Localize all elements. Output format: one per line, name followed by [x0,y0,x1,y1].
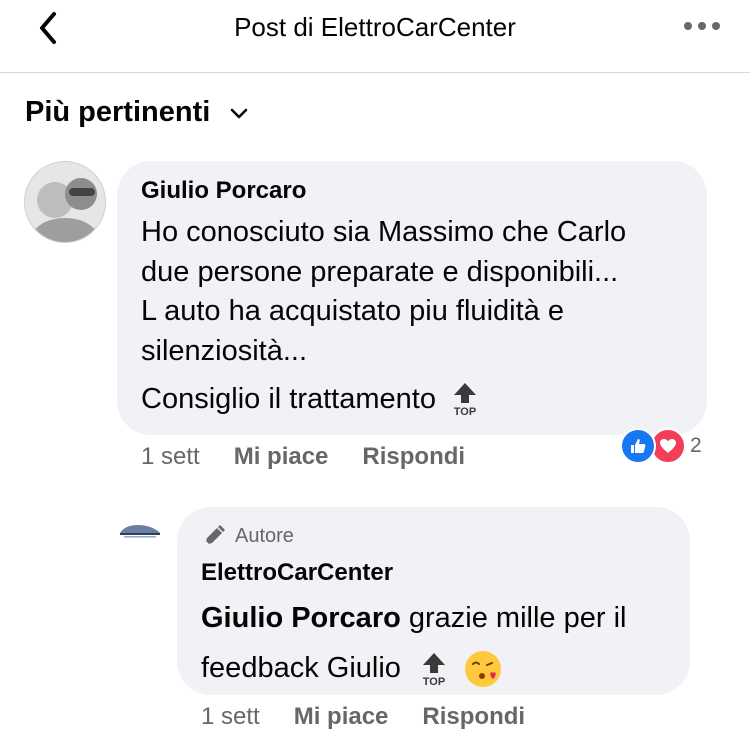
like-reaction-icon [620,428,656,464]
comment-author[interactable]: Giulio Porcaro [141,177,306,205]
reply-author[interactable]: ElettroCarCenter [201,559,393,587]
reply-text-part: feedback Giulio [201,652,401,684]
reply-button[interactable]: Rispondi [362,443,465,471]
reply-timestamp[interactable]: 1 sett [201,703,260,731]
like-button[interactable]: Mi piace [294,703,389,731]
comment-recommend-line: Consiglio il trattamento TOP [141,381,480,418]
reply-actions: 1 sett Mi piace Rispondi [201,703,559,731]
reactions-summary[interactable]: 2 [620,428,702,464]
comment-line: Ho conosciuto sia Massimo che Carlo [141,216,627,248]
page-logo-icon[interactable] [118,518,162,540]
comment-actions: 1 sett Mi piace Rispondi [141,443,499,471]
top-arrow-emoji-icon: TOP [423,653,445,687]
reply-text-part: grazie mille per il [400,602,627,634]
reaction-count: 2 [690,434,702,457]
svg-text:TOP: TOP [454,406,476,417]
sort-label: Più pertinenti [25,96,211,128]
reply-bubble: Autore ElettroCarCenter Giulio Porcaro g… [177,507,690,695]
comment-line: silenziosità... [141,334,308,367]
svg-text:TOP: TOP [423,676,445,687]
like-button[interactable]: Mi piace [234,443,329,471]
comment-recommend-text: Consiglio il trattamento [141,382,436,415]
top-bar: Post di ElettroCarCenter [0,0,750,73]
chevron-down-icon [230,108,248,118]
comment-timestamp[interactable]: 1 sett [141,443,200,471]
more-options-icon[interactable] [682,14,722,38]
pen-icon [205,525,225,545]
reply-text: Giulio Porcaro grazie mille per il feedb… [201,593,671,693]
mention-link[interactable]: Giulio Porcaro [201,602,401,634]
author-badge-label: Autore [235,524,294,547]
page-title: Post di ElettroCarCenter [234,12,516,42]
comment-line: due persone preparate e disponibili... [141,255,619,288]
comment-text: Ho conosciuto sia Massimo che Carlo due … [141,213,626,371]
avatar[interactable] [24,161,106,243]
top-arrow-emoji-icon: TOP [454,383,476,417]
sort-dropdown[interactable]: Più pertinenti [25,96,250,129]
reply-button[interactable]: Rispondi [422,703,525,731]
comment-line: L auto ha acquistato piu fluidità e [141,295,564,327]
author-badge: Autore [201,523,294,549]
comment-bubble: Giulio Porcaro Ho conosciuto sia Massimo… [117,161,707,435]
kissing-face-emoji-icon [465,651,502,688]
